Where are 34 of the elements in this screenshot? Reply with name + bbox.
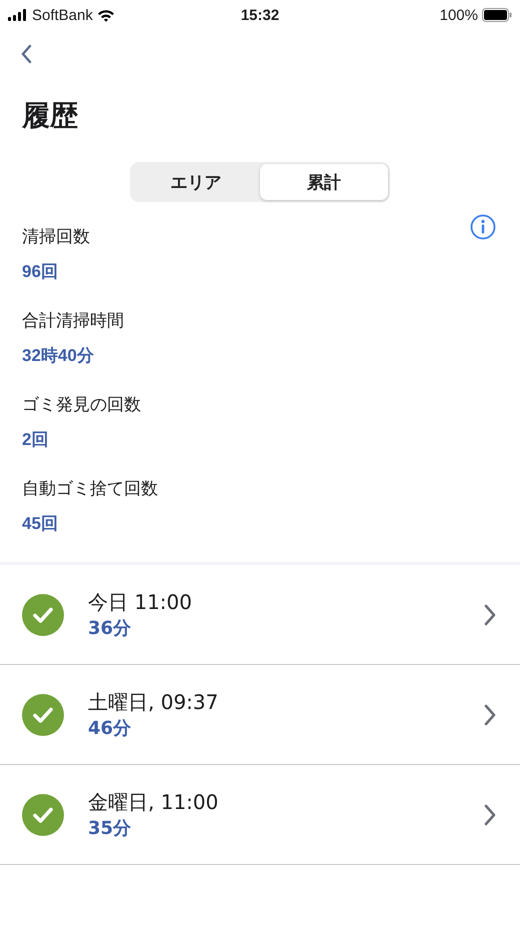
history-time: 土曜日, 09:37	[88, 688, 220, 716]
battery-icon	[482, 8, 512, 22]
stat-label: 自動ゴミ捨て回数	[22, 478, 158, 501]
stat-label: 合計清掃時間	[22, 310, 124, 333]
chevron-icon	[484, 804, 496, 826]
chevron-icon	[484, 704, 496, 726]
stat-value: 45回	[22, 513, 58, 535]
check-icon	[22, 594, 64, 636]
carrier-name: SoftBank	[32, 6, 93, 24]
check-icon	[22, 694, 64, 736]
check-icon	[22, 794, 64, 836]
segment-tab[interactable]: エリア	[132, 164, 260, 200]
history-time: 今日 11:00	[88, 588, 193, 616]
stat-label: ゴミ発見の回数	[22, 394, 141, 417]
history-duration: 46分	[88, 716, 132, 740]
history-row[interactable]: 今日 11:00 36分	[0, 565, 520, 665]
chevron-icon	[484, 604, 496, 626]
clock-time: 15:32	[240, 6, 280, 24]
history-row[interactable]: 金曜日, 11:00 35分	[0, 765, 520, 865]
wifi-icon	[96, 8, 115, 22]
battery-percent: 100%	[440, 6, 478, 24]
signal-icon	[8, 9, 28, 21]
stat-value: 96回	[22, 261, 58, 283]
page-title: 履歴	[22, 98, 79, 134]
info-icon[interactable]	[470, 214, 496, 240]
history-time: 金曜日, 11:00	[88, 788, 220, 816]
stat-value: 32時40分	[22, 345, 94, 367]
segment-tab[interactable]: 累計	[260, 164, 388, 200]
stat-label: 清掃回数	[22, 226, 90, 249]
history-row[interactable]: 土曜日, 09:37 46分	[0, 665, 520, 765]
history-duration: 36分	[88, 616, 132, 640]
history-duration: 35分	[88, 816, 132, 840]
stat-value: 2回	[22, 429, 48, 451]
back-icon[interactable]	[20, 44, 32, 64]
